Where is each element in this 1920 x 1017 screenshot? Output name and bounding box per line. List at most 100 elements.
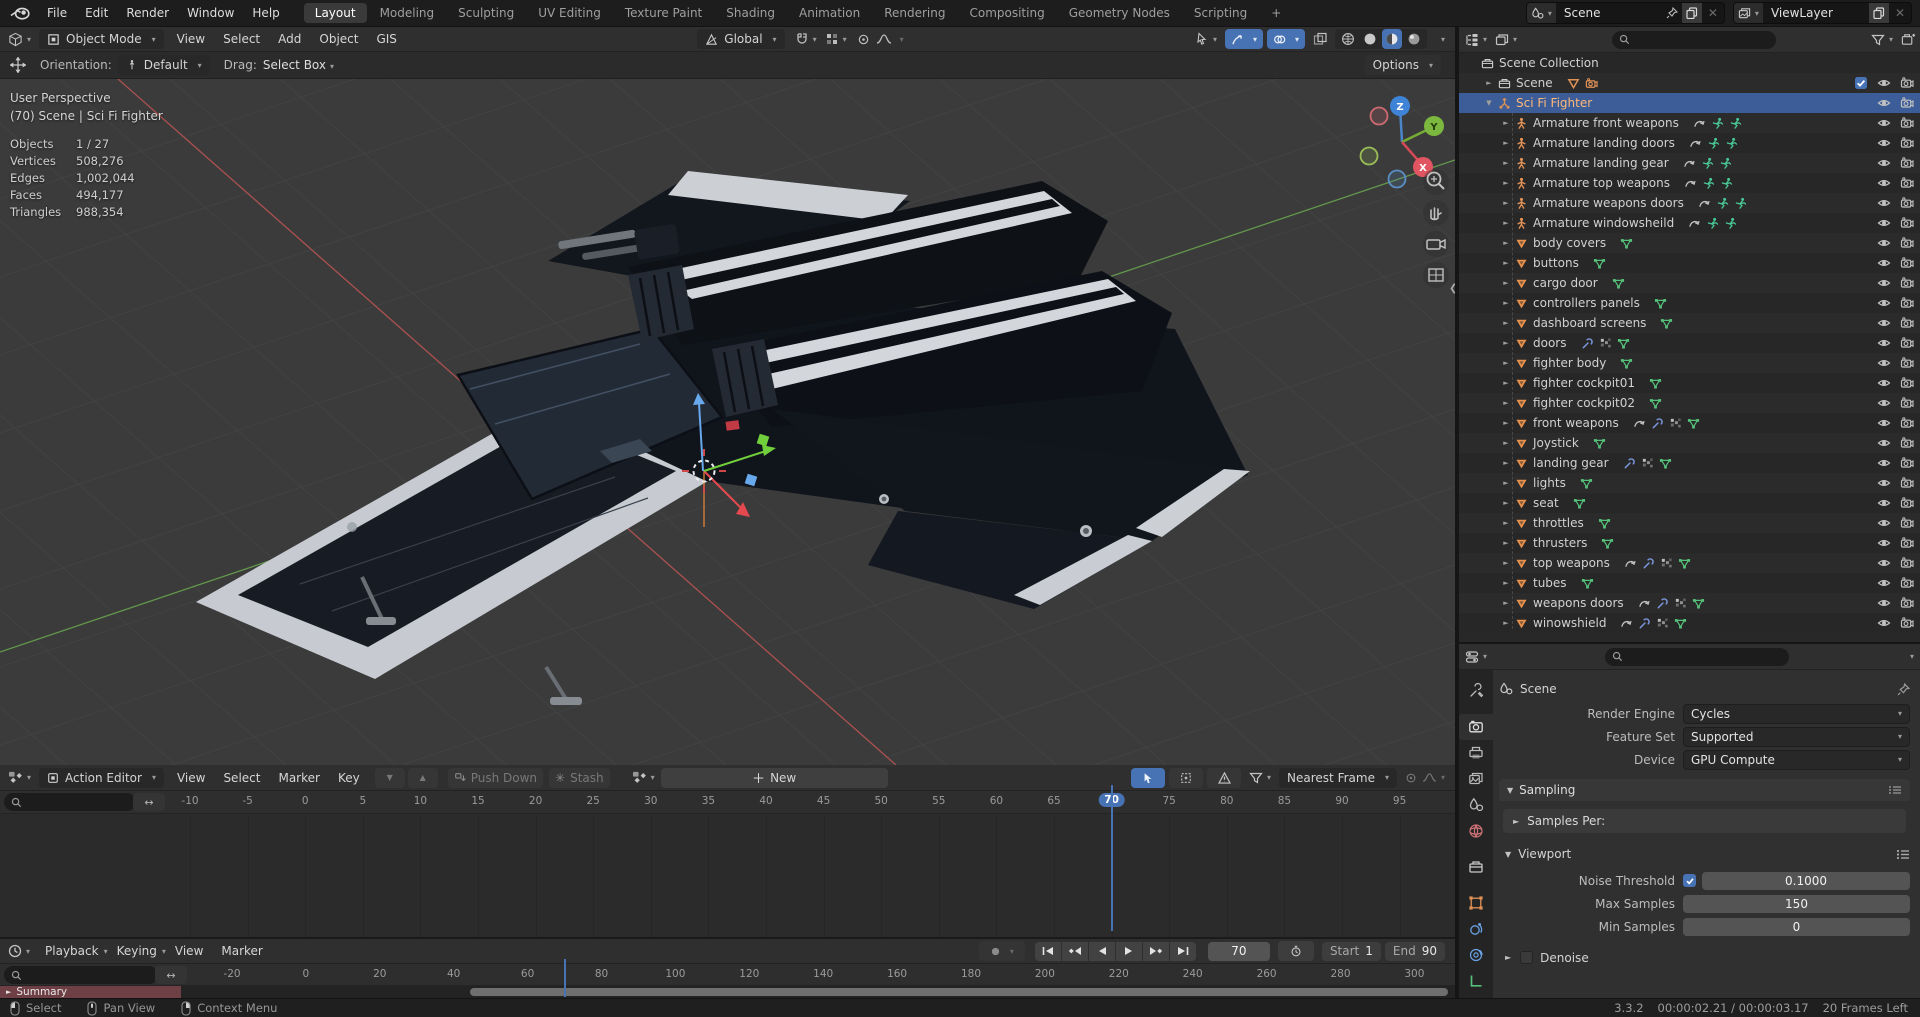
disable-render-icon[interactable] bbox=[1900, 436, 1914, 450]
disclosure-closed-icon[interactable]: ► bbox=[1499, 339, 1513, 347]
hide-viewport-icon[interactable] bbox=[1877, 396, 1891, 410]
hide-viewport-icon[interactable] bbox=[1877, 216, 1891, 230]
menu-render[interactable]: Render bbox=[117, 6, 178, 20]
disclosure-closed-icon[interactable]: ► bbox=[1499, 219, 1513, 227]
properties-tab-tool[interactable] bbox=[1459, 678, 1493, 704]
scene-selector[interactable]: ▾ Scene ✕ bbox=[1525, 2, 1725, 24]
disable-render-icon[interactable] bbox=[1900, 76, 1914, 90]
disable-render-icon[interactable] bbox=[1900, 516, 1914, 530]
properties-search-input[interactable] bbox=[1604, 647, 1789, 666]
dope-menu-marker[interactable]: Marker bbox=[269, 771, 328, 785]
outliner-row[interactable]: ► fighter cockpit02 bbox=[1459, 393, 1920, 413]
outliner-row[interactable]: ► front weapons bbox=[1459, 413, 1920, 433]
disclosure-closed-icon[interactable]: ► bbox=[1499, 579, 1513, 587]
disclosure-closed-icon[interactable]: ► bbox=[1499, 619, 1513, 627]
properties-tab-object[interactable] bbox=[1459, 890, 1493, 916]
outliner-row[interactable]: ▼ Sci Fi Fighter bbox=[1459, 93, 1920, 113]
mode-dropdown[interactable]: Object Mode ▾ bbox=[39, 29, 164, 49]
tab-uv-editing[interactable]: UV Editing bbox=[527, 3, 612, 23]
noise-threshold-checkbox[interactable] bbox=[1683, 874, 1696, 887]
hide-channels-toggle[interactable] bbox=[1169, 767, 1204, 788]
disable-render-icon[interactable] bbox=[1900, 376, 1914, 390]
viewport-3d-scene[interactable]: Z Y X ❮ bbox=[0, 79, 1455, 765]
properties-editor-icon[interactable] bbox=[1465, 650, 1479, 664]
outliner-row[interactable]: ► seat bbox=[1459, 493, 1920, 513]
disable-render-icon[interactable] bbox=[1900, 536, 1914, 550]
sampling-panel-header[interactable]: ▼ Sampling bbox=[1499, 779, 1910, 801]
properties-tab-collection[interactable] bbox=[1459, 854, 1493, 880]
disclosure-closed-icon[interactable]: ► bbox=[1499, 199, 1513, 207]
timeline-search-input[interactable] bbox=[4, 966, 158, 984]
disable-render-icon[interactable] bbox=[1900, 136, 1914, 150]
errors-only-toggle[interactable] bbox=[1207, 767, 1242, 788]
new-scene-icon[interactable] bbox=[1681, 3, 1702, 23]
hide-viewport-icon[interactable] bbox=[1877, 76, 1891, 90]
viewport-menu-select[interactable]: Select bbox=[214, 32, 269, 46]
disclosure-closed-icon[interactable]: ► bbox=[1499, 159, 1513, 167]
menu-window[interactable]: Window bbox=[178, 6, 243, 20]
dope-editor-type-icon[interactable] bbox=[8, 771, 23, 784]
push-down-button[interactable]: Push Down bbox=[447, 767, 544, 788]
disable-render-icon[interactable] bbox=[1900, 456, 1914, 470]
dope-menu-select[interactable]: Select bbox=[214, 771, 269, 785]
viewport-canvas[interactable]: Z Y X ❮ User Perspective (70) Scene | Sc… bbox=[0, 79, 1455, 765]
outliner-filter-id-icon[interactable] bbox=[1495, 33, 1509, 47]
move-channel-up-button[interactable]: ▲ bbox=[407, 767, 438, 788]
tab-rendering[interactable]: Rendering bbox=[873, 3, 956, 23]
snap-mode-dropdown[interactable]: Nearest Frame ▾ bbox=[1279, 767, 1397, 788]
options-dropdown[interactable]: Options ▾ bbox=[1364, 55, 1441, 75]
properties-tab-render[interactable] bbox=[1459, 714, 1493, 740]
disable-render-icon[interactable] bbox=[1900, 116, 1914, 130]
hide-viewport-icon[interactable] bbox=[1877, 276, 1891, 290]
checkbox-icon[interactable] bbox=[1854, 76, 1868, 90]
hide-viewport-icon[interactable] bbox=[1877, 496, 1891, 510]
action-id-icon[interactable] bbox=[632, 771, 647, 784]
disclosure-closed-icon[interactable]: ► bbox=[1499, 279, 1513, 287]
denoise-subpanel[interactable]: ► Denoise bbox=[1499, 946, 1910, 969]
hide-viewport-icon[interactable] bbox=[1877, 236, 1891, 250]
outliner-display-mode-icon[interactable] bbox=[1465, 33, 1479, 47]
hide-viewport-icon[interactable] bbox=[1877, 596, 1891, 610]
disable-render-icon[interactable] bbox=[1900, 216, 1914, 230]
disable-render-icon[interactable] bbox=[1900, 336, 1914, 350]
hide-viewport-icon[interactable] bbox=[1877, 196, 1891, 210]
properties-tab-world[interactable] bbox=[1459, 818, 1493, 844]
dope-sheet-canvas[interactable] bbox=[0, 814, 1455, 937]
hide-viewport-icon[interactable] bbox=[1877, 536, 1891, 550]
preset-list-icon[interactable] bbox=[1896, 849, 1910, 860]
disclosure-closed-icon[interactable]: ► bbox=[1499, 499, 1513, 507]
properties-tab-constraints[interactable] bbox=[1459, 942, 1493, 968]
properties-tab-data[interactable] bbox=[1459, 968, 1493, 994]
playhead[interactable] bbox=[1110, 785, 1113, 931]
device-dropdown[interactable]: GPU Compute ▾ bbox=[1683, 749, 1910, 770]
stash-button[interactable]: ✳ Stash bbox=[549, 767, 610, 788]
disclosure-closed-icon[interactable]: ► bbox=[1499, 419, 1513, 427]
dope-ruler[interactable]: -10-505101520253035404550556065707580859… bbox=[0, 791, 1455, 813]
disable-render-icon[interactable] bbox=[1900, 396, 1914, 410]
outliner-row[interactable]: ► top weapons bbox=[1459, 553, 1920, 573]
hide-viewport-icon[interactable] bbox=[1877, 556, 1891, 570]
disable-render-icon[interactable] bbox=[1900, 296, 1914, 310]
dope-proportional-icon[interactable] bbox=[1405, 772, 1417, 784]
timeline-menu-keying[interactable]: Keying bbox=[108, 944, 166, 958]
summary-channel[interactable]: ► Summary bbox=[0, 986, 181, 998]
hide-viewport-icon[interactable] bbox=[1877, 576, 1891, 590]
disclosure-closed-icon[interactable]: ► bbox=[1499, 479, 1513, 487]
play-reverse-button[interactable] bbox=[1088, 941, 1115, 961]
frame-end-field[interactable]: End 90 bbox=[1384, 941, 1445, 961]
properties-tab-output[interactable] bbox=[1459, 740, 1493, 766]
disclosure-closed-icon[interactable]: ► bbox=[1499, 539, 1513, 547]
tab-layout[interactable]: Layout bbox=[303, 3, 367, 23]
hide-viewport-icon[interactable] bbox=[1877, 256, 1891, 270]
outliner-row[interactable]: ► lights bbox=[1459, 473, 1920, 493]
outliner-row[interactable]: ► winowshield bbox=[1459, 613, 1920, 633]
disclosure-closed-icon[interactable]: ► bbox=[1499, 119, 1513, 127]
pin-id-icon[interactable] bbox=[1897, 682, 1910, 696]
unlink-scene-icon[interactable]: ✕ bbox=[1702, 6, 1724, 20]
denoise-checkbox[interactable] bbox=[1520, 951, 1534, 964]
new-collection-icon[interactable] bbox=[1901, 32, 1916, 47]
disclosure-closed-icon[interactable]: ► bbox=[1499, 559, 1513, 567]
outliner-row[interactable]: ► Armature windowsheild bbox=[1459, 213, 1920, 233]
disclosure-closed-icon[interactable]: ► bbox=[1499, 239, 1513, 247]
hide-viewport-icon[interactable] bbox=[1877, 296, 1891, 310]
